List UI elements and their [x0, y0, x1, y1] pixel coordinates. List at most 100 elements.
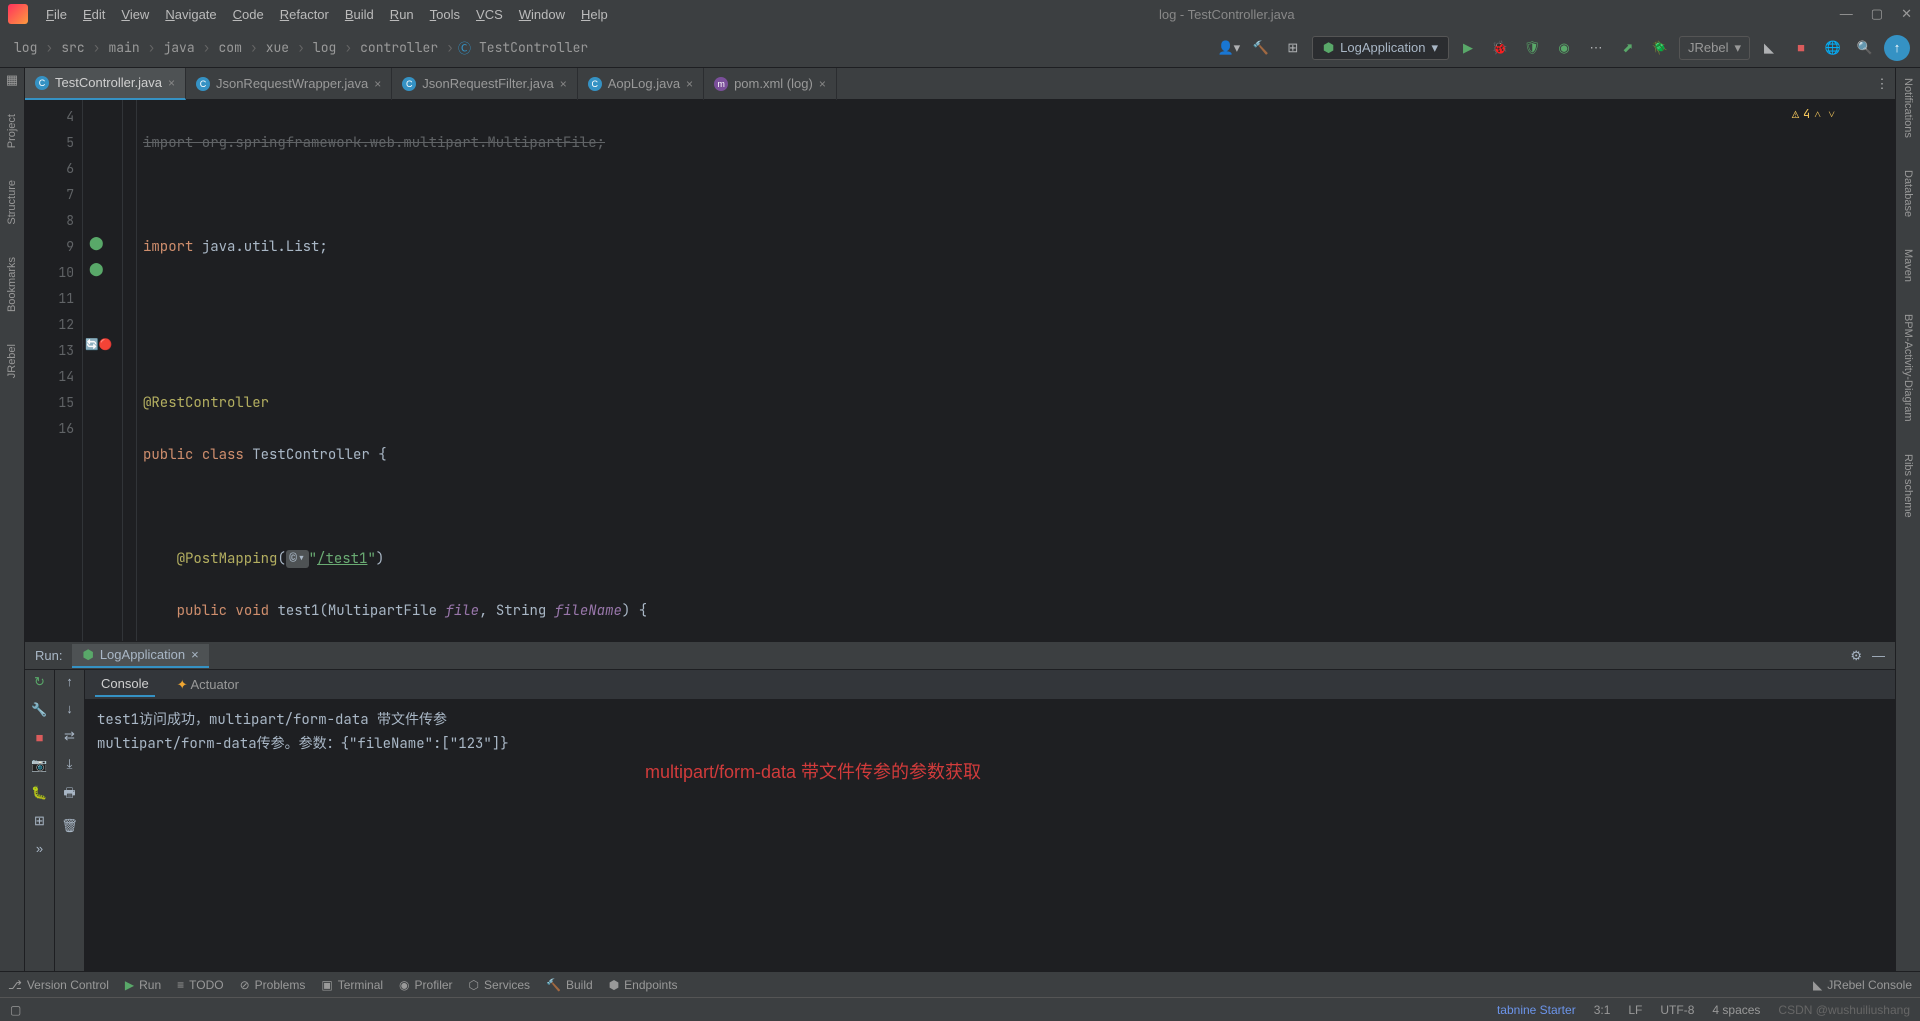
- jrebel-icon[interactable]: ◣: [1756, 35, 1782, 61]
- trash-icon[interactable]: 🗑: [61, 818, 78, 834]
- more-icon[interactable]: ⋯: [1583, 35, 1609, 61]
- editor-tab[interactable]: CJsonRequestFilter.java×: [392, 68, 578, 100]
- code-editor[interactable]: 45678910111213141516 ⬤ ⬤ 🔄🔴 import org.s…: [25, 100, 1895, 641]
- tool-run[interactable]: ▶ Run: [125, 978, 161, 992]
- menu-view[interactable]: View: [115, 5, 155, 24]
- menu-code[interactable]: Code: [227, 5, 270, 24]
- crumb[interactable]: src: [57, 37, 88, 58]
- tool-notifications[interactable]: Notifications: [1900, 72, 1916, 144]
- run-marker-icon[interactable]: ⬤: [89, 234, 104, 251]
- close-tab-icon[interactable]: ×: [191, 647, 199, 662]
- profile-icon[interactable]: ◉: [1551, 35, 1577, 61]
- run-icon[interactable]: ▶: [1455, 35, 1481, 61]
- scroll-end-icon[interactable]: ⤓: [67, 756, 73, 772]
- jrebel-debug-icon[interactable]: 🪲: [1647, 35, 1673, 61]
- minimize-icon[interactable]: —: [1840, 6, 1853, 22]
- tool-services[interactable]: ⬡ Services: [469, 978, 531, 992]
- project-icon[interactable]: ▦: [6, 72, 18, 88]
- crumb[interactable]: java: [159, 37, 198, 58]
- tool-terminal[interactable]: ▣ Terminal: [321, 978, 383, 992]
- close-tab-icon[interactable]: ×: [560, 77, 567, 91]
- run-configuration[interactable]: ⬢LogApplication▾: [1312, 36, 1449, 60]
- inspection-badge[interactable]: ⚠ 4 ˄ ˅: [1792, 106, 1835, 122]
- stop-icon[interactable]: ■: [36, 730, 44, 745]
- up-icon[interactable]: ↑: [66, 674, 73, 689]
- tool-project[interactable]: Project: [4, 108, 20, 154]
- menu-navigate[interactable]: Navigate: [159, 5, 222, 24]
- crumb[interactable]: log: [10, 37, 41, 58]
- tool-endpoints[interactable]: ⬢ Endpoints: [609, 978, 678, 992]
- select-config-icon[interactable]: ⊞: [1280, 35, 1306, 61]
- settings-icon[interactable]: ⚙: [1850, 648, 1862, 664]
- crumb[interactable]: main: [104, 37, 143, 58]
- stop-icon[interactable]: ■: [1788, 35, 1814, 61]
- encoding[interactable]: UTF-8: [1660, 1003, 1694, 1017]
- tool-database[interactable]: Database: [1900, 164, 1916, 223]
- console-tab[interactable]: Console: [95, 672, 155, 697]
- menu-run[interactable]: Run: [384, 5, 420, 24]
- maximize-icon[interactable]: ▢: [1871, 6, 1883, 22]
- status-icon[interactable]: ▢: [10, 1003, 21, 1017]
- editor-tab[interactable]: CTestController.java×: [25, 68, 186, 100]
- tool-bookmarks[interactable]: Bookmarks: [4, 251, 20, 318]
- soft-wrap-icon[interactable]: ⇄: [64, 728, 75, 744]
- menu-file[interactable]: File: [40, 5, 73, 24]
- crumb[interactable]: controller: [356, 37, 442, 58]
- add-user-icon[interactable]: 👤▾: [1216, 35, 1242, 61]
- menu-tools[interactable]: Tools: [424, 5, 466, 24]
- run-marker-icon[interactable]: ⬤: [89, 260, 104, 277]
- cursor-position[interactable]: 3:1: [1594, 1003, 1611, 1017]
- tool-problems[interactable]: ⊘ Problems: [240, 978, 306, 992]
- tab-options-icon[interactable]: ⋮: [1869, 71, 1895, 97]
- down-icon[interactable]: ↓: [66, 701, 73, 716]
- editor-tab[interactable]: mpom.xml (log)×: [704, 68, 837, 100]
- tabnine-status[interactable]: tabnine Starter: [1497, 1003, 1576, 1017]
- actuator-tab[interactable]: ✦ Actuator: [171, 673, 245, 697]
- close-tab-icon[interactable]: ×: [374, 77, 381, 91]
- tool-profiler[interactable]: ◉ Profiler: [399, 978, 453, 992]
- update-icon[interactable]: ↑: [1884, 35, 1910, 61]
- menu-vcs[interactable]: VCS: [470, 5, 509, 24]
- editor-tab[interactable]: CJsonRequestWrapper.java×: [186, 68, 392, 100]
- tool-bpm[interactable]: BPM-Activity-Diagram: [1900, 308, 1916, 428]
- menu-edit[interactable]: Edit: [77, 5, 111, 24]
- hide-icon[interactable]: —: [1872, 648, 1885, 663]
- coverage-icon[interactable]: 🛡: [1519, 35, 1545, 61]
- search-icon[interactable]: 🔍: [1852, 35, 1878, 61]
- tool-jrebel[interactable]: JRebel: [4, 338, 20, 384]
- more-icon[interactable]: »: [36, 841, 43, 856]
- tool-ribs[interactable]: Ribs scheme: [1900, 448, 1916, 524]
- code-area[interactable]: import org.springframework.web.multipart…: [137, 100, 1895, 641]
- tool-todo[interactable]: ≡ TODO: [177, 978, 223, 992]
- jrebel-dropdown[interactable]: JRebel▾: [1679, 36, 1750, 60]
- menu-window[interactable]: Window: [513, 5, 571, 24]
- crumb[interactable]: xue: [262, 37, 293, 58]
- jrebel-run-icon[interactable]: ⬈: [1615, 35, 1641, 61]
- translate-icon[interactable]: 🌐: [1820, 35, 1846, 61]
- menu-help[interactable]: Help: [575, 5, 614, 24]
- tool-jrebel-console[interactable]: ◣ JRebel Console: [1813, 978, 1912, 992]
- camera-icon[interactable]: 📷: [31, 757, 47, 773]
- close-tab-icon[interactable]: ×: [168, 76, 175, 90]
- tool-maven[interactable]: Maven: [1900, 243, 1916, 288]
- crumb-class[interactable]: TestController: [475, 37, 592, 58]
- line-ending[interactable]: LF: [1628, 1003, 1642, 1017]
- menu-build[interactable]: Build: [339, 5, 380, 24]
- close-icon[interactable]: ✕: [1901, 6, 1912, 22]
- console-output[interactable]: test1访问成功，multipart/form-data 带文件传参 mult…: [85, 700, 1895, 971]
- rerun-icon[interactable]: ↻: [34, 674, 45, 690]
- close-tab-icon[interactable]: ×: [686, 77, 693, 91]
- debug-icon[interactable]: 🐞: [1487, 35, 1513, 61]
- tool-structure[interactable]: Structure: [4, 174, 20, 231]
- debug-attach-icon[interactable]: 🐛: [31, 785, 47, 801]
- indent[interactable]: 4 spaces: [1712, 1003, 1760, 1017]
- run-tab[interactable]: ⬢LogApplication×: [72, 644, 208, 668]
- crumb[interactable]: log: [309, 37, 340, 58]
- crumb[interactable]: com: [214, 37, 245, 58]
- build-hammer-icon[interactable]: 🔨: [1248, 35, 1274, 61]
- tool-build[interactable]: 🔨 Build: [546, 978, 593, 992]
- tool-vcs[interactable]: ⎇ Version Control: [8, 978, 109, 992]
- menu-refactor[interactable]: Refactor: [274, 5, 335, 24]
- layout-icon[interactable]: ⊞: [34, 813, 45, 829]
- wrench-icon[interactable]: 🔧: [31, 702, 47, 718]
